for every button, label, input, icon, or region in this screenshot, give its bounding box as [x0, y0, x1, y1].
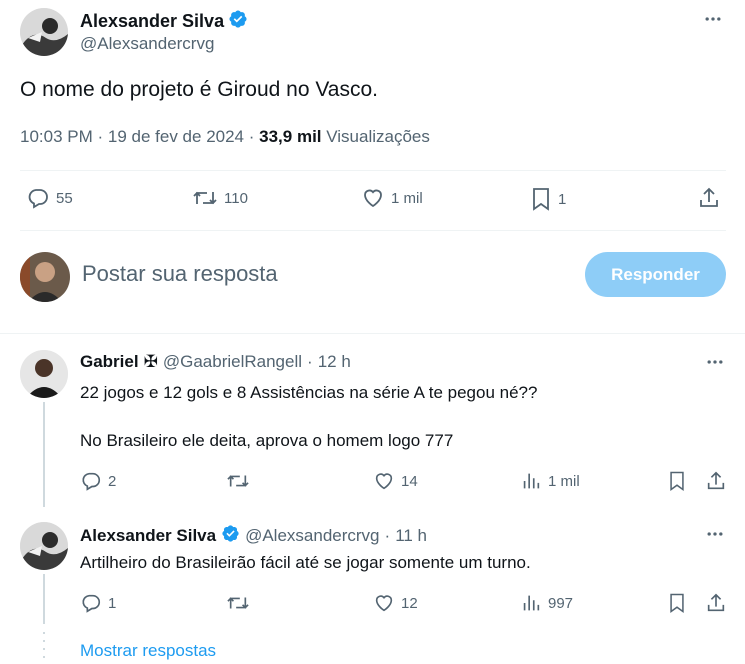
meta-separator: ·: [384, 526, 391, 545]
reply-author-name[interactable]: Gabriel: [80, 352, 139, 372]
like-count: 1 mil: [391, 189, 423, 207]
tweet-text: O nome do projeto é Giroud no Vasco.: [20, 78, 378, 101]
divider: [20, 170, 726, 171]
reply-icon: [82, 594, 101, 613]
bookmark-icon: [533, 188, 549, 211]
reply-button[interactable]: 2: [80, 470, 116, 492]
share-button[interactable]: [697, 186, 721, 210]
bookmark-icon: [670, 593, 684, 613]
reply-button[interactable]: 1: [80, 592, 116, 614]
reply-text-line: Artilheiro do Brasileirão fácil até se j…: [80, 553, 531, 572]
views-count: 1 mil: [548, 472, 580, 490]
reply-author-avatar[interactable]: [20, 522, 68, 570]
show-replies-link[interactable]: Mostrar respostas: [80, 641, 216, 661]
like-count: 14: [401, 472, 418, 490]
reply-count: 55: [56, 189, 73, 207]
views-button[interactable]: 1 mil: [520, 470, 580, 492]
repost-icon: [227, 475, 249, 487]
repost-button[interactable]: [226, 470, 256, 492]
more-options-icon[interactable]: [705, 352, 725, 372]
avatar-image: [20, 350, 68, 398]
author-handle[interactable]: @Alexsandercrvg: [80, 34, 214, 54]
views-count: 997: [548, 594, 574, 612]
reply-author-handle[interactable]: @Alexsandercrvg: [245, 526, 379, 546]
reply-author-name[interactable]: Alexsander Silva: [80, 526, 216, 546]
more-options-icon[interactable]: [705, 524, 725, 544]
author-name[interactable]: Alexsander Silva: [80, 11, 224, 32]
reply-text-line: 22 jogos e 12 gols e 8 Assistências na s…: [80, 383, 538, 402]
reply-author-avatar[interactable]: [20, 350, 68, 398]
like-count: 12: [401, 594, 418, 612]
avatar-image: [20, 252, 70, 302]
repost-button[interactable]: 110: [192, 186, 248, 210]
reply-icon: [28, 189, 48, 209]
share-icon: [707, 593, 725, 612]
verified-badge-icon: [228, 9, 248, 34]
thread-dot: [43, 632, 45, 634]
more-options-icon[interactable]: [703, 9, 723, 29]
share-icon: [700, 187, 718, 207]
tweet-date[interactable]: 19 de fev de 2024: [108, 127, 244, 146]
bookmark-icon: [670, 471, 684, 491]
reply-count: 2: [108, 472, 117, 490]
heart-icon: [375, 473, 393, 490]
tweet-meta: 10:03 PM · 19 de fev de 2024 · 33,9 mil …: [20, 127, 430, 147]
repost-button[interactable]: [226, 592, 256, 614]
cross-badge: ✠: [143, 352, 158, 371]
tweet-time[interactable]: 10:03 PM: [20, 127, 93, 146]
reply-input[interactable]: Postar sua resposta: [82, 261, 278, 287]
share-button[interactable]: [705, 592, 727, 614]
heart-icon: [375, 595, 393, 612]
meta-separator: ·: [307, 352, 313, 371]
bookmark-button[interactable]: [667, 592, 687, 614]
reply-header: Alexsander Silva @Alexsandercrvg · 11 h: [80, 524, 427, 548]
repost-icon: [227, 597, 249, 609]
meta-separator: ·: [248, 127, 260, 146]
thread-line: [43, 574, 45, 624]
avatar-image: [20, 522, 68, 570]
verified-badge-icon: [221, 524, 240, 548]
share-button[interactable]: [705, 470, 727, 492]
meta-separator: ·: [97, 127, 108, 146]
views-button[interactable]: 997: [520, 592, 573, 614]
divider: [20, 230, 726, 231]
reply-button[interactable]: 55: [26, 186, 73, 210]
reply-count: 1: [108, 594, 117, 612]
bookmark-button[interactable]: 1: [530, 186, 566, 212]
bookmark-count: 1: [558, 190, 567, 208]
views-label: Visualizações: [326, 127, 430, 146]
reply-age[interactable]: 11 h: [395, 526, 427, 546]
views-chart-icon: [523, 473, 540, 489]
like-button[interactable]: 14: [373, 470, 418, 492]
views-count: 33,9 mil: [259, 127, 322, 146]
reply-header: Gabriel ✠ @GaabrielRangell · 12 h: [80, 352, 351, 372]
divider: [0, 333, 745, 334]
thread-dot: [43, 640, 45, 642]
repost-count: 110: [224, 189, 248, 207]
post-reply-button[interactable]: Responder: [585, 252, 726, 297]
repost-icon: [193, 191, 217, 205]
user-avatar[interactable]: [20, 252, 70, 302]
thread-line: [43, 402, 45, 507]
reply-text-line: No Brasileiro ele deita, aprova o homem …: [80, 431, 454, 450]
thread-dot: [43, 656, 45, 658]
share-icon: [707, 471, 725, 490]
author-avatar[interactable]: [20, 8, 68, 56]
thread-dot: [43, 648, 45, 650]
author-name-row[interactable]: Alexsander Silva: [80, 9, 248, 34]
like-button[interactable]: 12: [373, 592, 418, 614]
bookmark-button[interactable]: [667, 470, 687, 492]
avatar-image: [20, 8, 68, 56]
reply-author-handle[interactable]: @GaabrielRangell: [163, 352, 302, 372]
heart-icon: [364, 189, 382, 208]
reply-age[interactable]: 12 h: [318, 352, 351, 372]
reply-icon: [82, 472, 101, 491]
views-chart-icon: [523, 595, 540, 611]
like-button[interactable]: 1 mil: [361, 186, 423, 210]
